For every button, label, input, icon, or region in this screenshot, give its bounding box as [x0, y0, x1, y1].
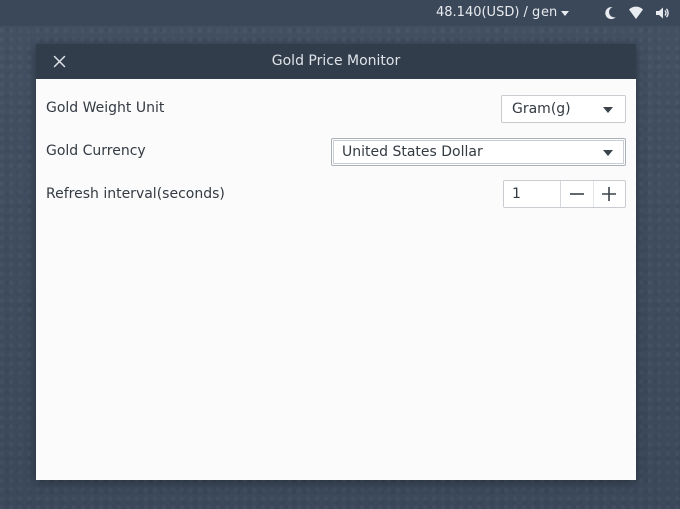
moon-icon[interactable] [602, 5, 618, 21]
wifi-icon[interactable] [628, 5, 644, 21]
dropdown-arrow-icon [603, 107, 613, 113]
plus-icon [602, 187, 617, 201]
window-title: Gold Price Monitor [271, 53, 401, 69]
gold-price-indicator[interactable]: 48.140(USD) / g [436, 5, 540, 20]
weight-unit-value: Gram(g) [512, 101, 571, 117]
dropdown-arrow-icon [603, 150, 613, 156]
minus-icon [569, 193, 584, 195]
weight-unit-dropdown[interactable]: Gram(g) [501, 95, 626, 123]
refresh-interval-spinner [503, 180, 626, 208]
language-label: en [541, 5, 558, 20]
titlebar: Gold Price Monitor [36, 44, 636, 79]
gold-price-monitor-window: Gold Price Monitor Gold Weight Unit Gram… [36, 44, 636, 480]
currency-label: Gold Currency [46, 143, 146, 159]
volume-icon[interactable] [654, 5, 670, 21]
currency-value: United States Dollar [342, 144, 483, 160]
top-panel: 48.140(USD) / g en [0, 0, 680, 26]
refresh-interval-label: Refresh interval(seconds) [46, 186, 225, 202]
refresh-interval-input[interactable] [504, 181, 561, 207]
weight-unit-label: Gold Weight Unit [46, 100, 165, 116]
chevron-down-icon [561, 10, 570, 16]
currency-dropdown[interactable]: United States Dollar [331, 138, 626, 166]
decrement-button[interactable] [561, 181, 593, 207]
language-indicator[interactable]: en [541, 5, 570, 20]
increment-button[interactable] [592, 181, 626, 207]
